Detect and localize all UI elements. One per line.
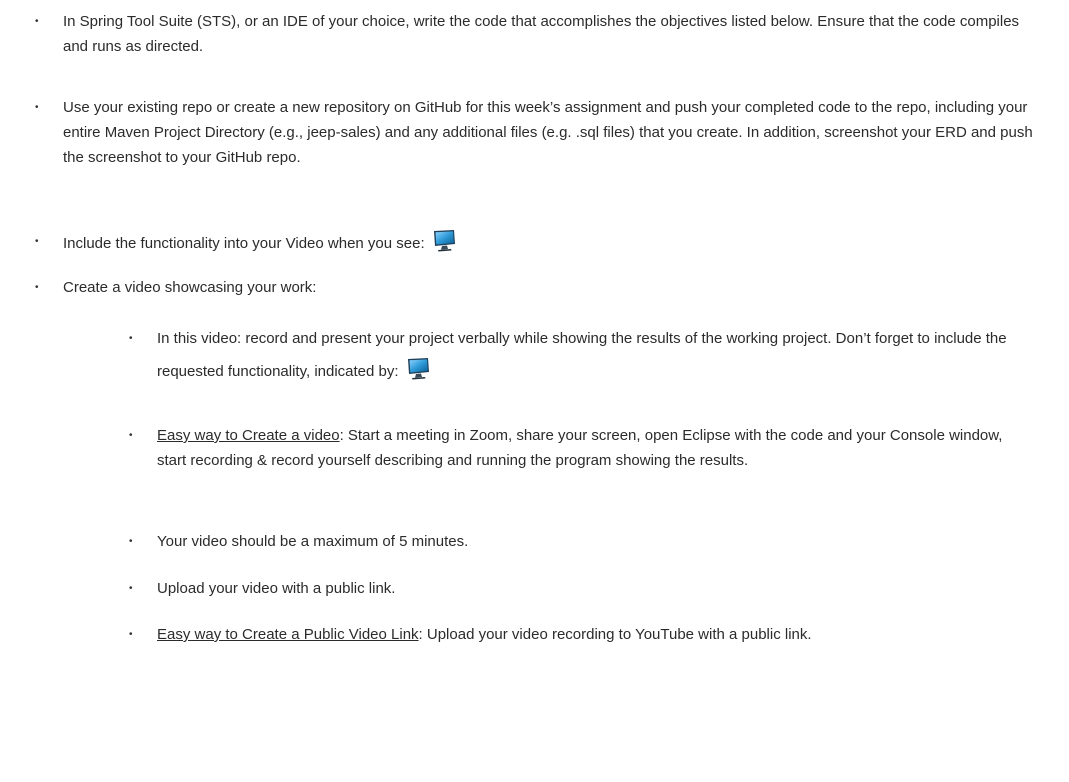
- easy-way-video-link[interactable]: Easy way to Create a video: [157, 427, 340, 444]
- list-item-text: Use your existing repo or create a new r…: [63, 99, 1033, 166]
- document-page: • In Spring Tool Suite (STS), or an IDE …: [0, 0, 1069, 782]
- bullet: •: [35, 16, 39, 27]
- easy-way-public-link[interactable]: Easy way to Create a Public Video Link: [157, 626, 419, 643]
- bullet: •: [129, 536, 133, 547]
- sub-list-item: • Your video should be a maximum of 5 mi…: [129, 529, 1032, 554]
- bullet: •: [129, 583, 133, 594]
- bullet: •: [129, 629, 133, 640]
- list-item-text: Create a video showcasing your work:: [63, 279, 317, 296]
- bullet: •: [35, 282, 39, 293]
- monitor-icon: [406, 357, 430, 380]
- sub-list-item: • Easy way to Create a Public Video Link…: [129, 622, 1017, 647]
- list-item-text: In this video: record and present your p…: [157, 330, 1007, 380]
- list-item-text: Upload your video with a public link.: [157, 580, 396, 597]
- monitor-icon: [432, 229, 456, 252]
- list-item-text: : Upload your video recording to YouTube…: [418, 626, 812, 643]
- list-item: • Create a video showcasing your work:: [35, 275, 1048, 300]
- list-item: • Use your existing repo or create a new…: [35, 95, 1048, 170]
- bullet: •: [129, 430, 133, 441]
- sub-list-item: • Easy way to Create a video: Start a me…: [129, 423, 1032, 473]
- list-item-text: In Spring Tool Suite (STS), or an IDE of…: [63, 13, 1020, 55]
- list-item-text: Include the functionality into your Vide…: [63, 235, 425, 252]
- bullet: •: [35, 102, 39, 113]
- list-item: • Include the functionality into your Vi…: [35, 229, 1048, 256]
- bullet: •: [129, 333, 133, 344]
- list-item-text: Your video should be a maximum of 5 minu…: [157, 533, 469, 550]
- sub-list-item: • In this video: record and present your…: [129, 322, 1032, 388]
- list-item: • In Spring Tool Suite (STS), or an IDE …: [35, 9, 1048, 59]
- sub-list-item: • Upload your video with a public link.: [129, 576, 1032, 601]
- bullet: •: [35, 236, 39, 247]
